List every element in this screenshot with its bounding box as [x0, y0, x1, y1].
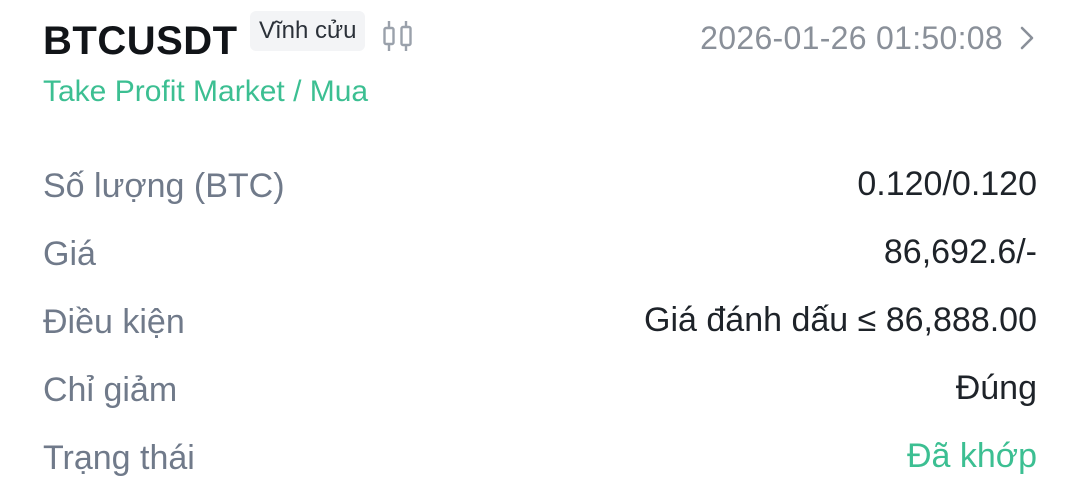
detail-row-status: Trạng thái Đã khớp [43, 430, 1037, 498]
order-type-label: Take Profit Market / Mua [43, 75, 369, 108]
status-label: Trạng thái [43, 439, 195, 477]
symbol-title: BTCUSDT [43, 19, 238, 63]
detail-row-price: Giá 86,692.6/- [43, 226, 1037, 294]
reduce-only-label: Chỉ giảm [43, 371, 178, 409]
reduce-only-value: Đúng [955, 369, 1037, 407]
detail-row-reduce-only: Chỉ giảm Đúng [43, 362, 1037, 430]
chevron-right-icon[interactable] [1015, 22, 1039, 54]
price-value: 86,692.6/- [883, 233, 1037, 271]
condition-value: Giá đánh dấu ≤ 86,888.00 [644, 301, 1037, 339]
order-timestamp: 2026-01-26 01:50:08 [700, 20, 1003, 56]
condition-label: Điều kiện [43, 303, 185, 341]
order-header[interactable]: BTCUSDT Vĩnh cửu 2026-01-26 01:50:08 [43, 8, 1039, 68]
contract-type-tag: Vĩnh cửu [250, 11, 366, 51]
detail-row-condition: Điều kiện Giá đánh dấu ≤ 86,888.00 [43, 294, 1037, 362]
status-value: Đã khớp [906, 437, 1037, 475]
quantity-value: 0.120/0.120 [857, 165, 1037, 203]
quantity-label: Số lượng (BTC) [43, 167, 285, 205]
detail-row-quantity: Số lượng (BTC) 0.120/0.120 [43, 158, 1037, 226]
candlestick-chart-icon[interactable] [380, 18, 416, 54]
price-label: Giá [43, 235, 96, 273]
order-details: Số lượng (BTC) 0.120/0.120 Giá 86,692.6/… [43, 158, 1037, 498]
